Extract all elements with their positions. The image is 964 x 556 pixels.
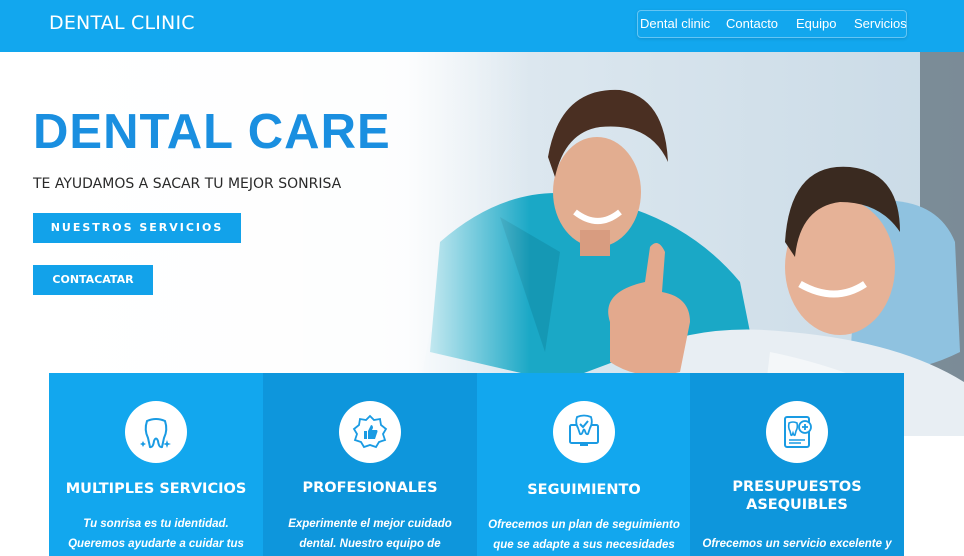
nav-menu: Dental clinic Contacto Equipo Servicios [637,10,907,38]
brand-logo-text[interactable]: DENTAL CLINIC [49,12,195,34]
tooth-monitor-icon [553,401,615,463]
dental-report-icon [766,401,828,463]
feature-card-servicios: MULTIPLES SERVICIOS Tu sonrisa es tu ide… [49,373,263,556]
feature-text-line: Tu sonrisa es tu identidad. [83,518,229,530]
feature-title: MULTIPLES SERVICIOS [65,481,247,497]
feature-title-line: ASEQUIBLES [746,497,848,513]
feature-text-line: Queremos ayudarte a cuidar tus [68,538,244,550]
hero-title: DENTAL CARE [33,105,391,159]
feature-title: SEGUIMIENTO [527,482,641,498]
nav-link-contacto[interactable]: Contacto [726,16,778,31]
feature-text-line: Ofrecemos un plan de seguimiento [488,519,680,531]
services-button[interactable]: NUESTROS SERVICIOS [33,213,241,243]
hero-subtitle: TE AYUDAMOS A SACAR TU MEJOR SONRISA [33,176,342,192]
nav-link-equipo[interactable]: Equipo [796,16,836,31]
feature-text-line: que se adapte a sus necesidades [493,539,675,551]
features-strip: MULTIPLES SERVICIOS Tu sonrisa es tu ide… [49,373,904,556]
contact-button[interactable]: CONTACATAR [33,265,153,295]
top-navbar: DENTAL CLINIC Dental clinic Contacto Equ… [0,0,964,52]
feature-card-seguimiento: SEGUIMIENTO Ofrecemos un plan de seguimi… [477,373,691,556]
thumbs-up-badge-icon [339,401,401,463]
feature-card-profesionales: PROFESIONALES Experimente el mejor cuida… [263,373,477,556]
nav-link-dental-clinic[interactable]: Dental clinic [640,16,710,31]
feature-title-line: PRESUPUESTOS [732,479,862,495]
nav-link-servicios[interactable]: Servicios [854,16,907,31]
feature-card-presupuestos: PRESUPUESTOS ASEQUIBLES Ofrecemos un ser… [690,373,904,556]
feature-text-line: Ofrecemos un servicio excelente y [702,538,892,550]
feature-text-line: dental. Nuestro equipo de [299,538,441,550]
tooth-sparkle-icon [125,401,187,463]
feature-title: PROFESIONALES [302,480,438,496]
feature-text-line: Experimente el mejor cuidado [288,518,452,530]
